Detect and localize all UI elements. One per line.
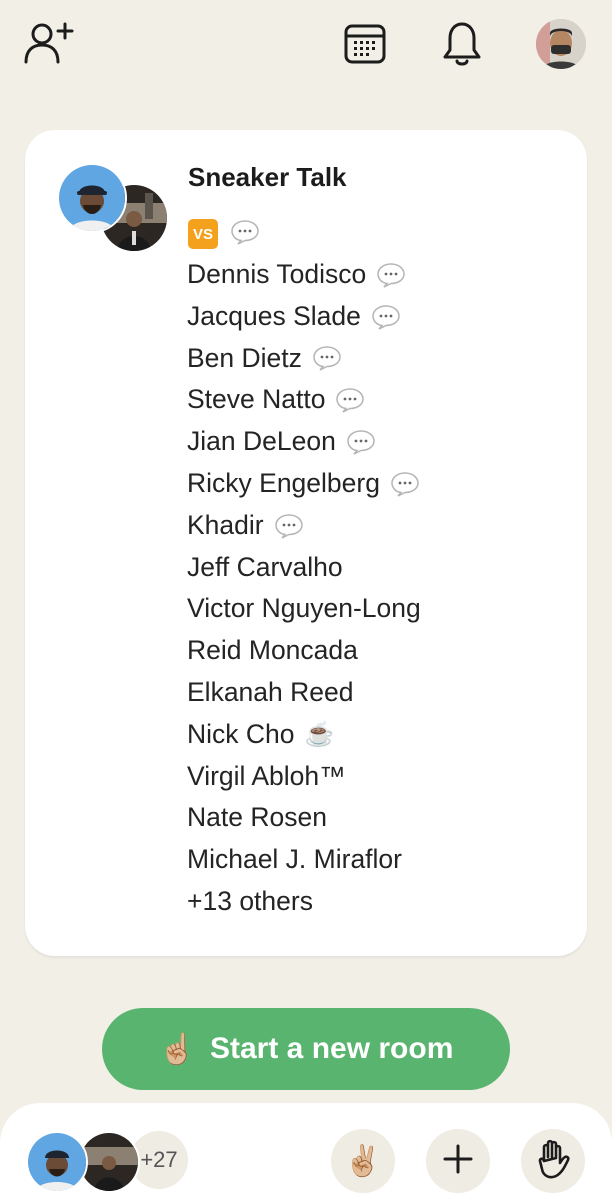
speaker-row[interactable]: Michael J. Miraflor [187, 839, 421, 881]
speaker-name: Reid Moncada [187, 635, 358, 666]
speaker-name: Jacques Slade [187, 300, 361, 331]
speaker-name: Khadir [187, 509, 264, 540]
speaker-name: Victor Nguyen-Long [187, 593, 421, 624]
speaker-name: Dennis Todisco [187, 259, 367, 289]
chat-bubble-icon [274, 513, 304, 539]
raised-hand-icon [534, 1139, 572, 1183]
bell-icon[interactable] [438, 18, 486, 70]
speaker-name: Elkanah Reed [187, 676, 354, 707]
speaker-name: Nate Rosen [187, 802, 327, 833]
speaker-row[interactable]: Nick Cho ☕ [187, 714, 421, 756]
speaker-row[interactable]: Elkanah Reed [187, 672, 421, 714]
chat-bubble-icon [390, 471, 420, 497]
room-card[interactable]: Sneaker Talk VS Dennis Todisco Jacques Sl… [25, 130, 587, 956]
active-friends[interactable]: +27 [26, 1131, 196, 1193]
chat-bubble-icon [230, 219, 260, 249]
chat-bubble-icon [346, 429, 376, 455]
speaker-list: Dennis Todisco Jacques Slade Ben Dietz Stev… [187, 254, 421, 923]
chat-bubble-icon [376, 262, 406, 288]
start-room-label: Start a new room [209, 1032, 454, 1065]
chat-bubble-icon [312, 345, 342, 372]
vs-badge: VS [188, 219, 218, 249]
speaker-row[interactable]: Virgil Abloh™ [187, 756, 421, 798]
speaker-name: Nick Cho [187, 718, 295, 749]
speaker-row[interactable]: Ben Dietz [187, 338, 421, 380]
speaker-row[interactable]: Victor Nguyen-Long [187, 588, 421, 630]
speaker-name: Ben Dietz [187, 342, 302, 373]
speaker-row[interactable]: Reid Moncada [187, 630, 421, 672]
speaker-row[interactable]: Nate Rosen [187, 797, 421, 839]
speaker-row[interactable]: Khadir [187, 505, 421, 547]
speaker-row[interactable]: Jeff Carvalho [187, 547, 421, 589]
speaker-name: Ricky Engelberg [187, 467, 380, 498]
room-title: Sneaker Talk [188, 162, 347, 192]
start-new-room-button[interactable]: ☝🏼 Start a new room [102, 1008, 510, 1090]
speaker-row[interactable]: Jacques Slade [187, 296, 421, 338]
coffee-icon: ☕ [304, 720, 335, 748]
peace-button[interactable]: ✌🏼 [331, 1129, 395, 1193]
chat-bubble-icon [335, 387, 365, 413]
raised-finger-icon: ☝🏼 [158, 1032, 196, 1066]
room-badges: VS [188, 216, 260, 252]
others-count: +13 others [187, 885, 313, 916]
speaker-name: Jian DeLeon [187, 426, 336, 457]
room-avatars [57, 163, 167, 253]
friend-avatar [26, 1131, 88, 1193]
bottom-bar: +27 ✌🏼 [0, 1103, 612, 1200]
speaker-name: Virgil Abloh™ [187, 760, 346, 791]
speaker-row[interactable]: Dennis Todisco [187, 254, 421, 296]
plus-icon [442, 1143, 474, 1179]
add-user-icon[interactable] [22, 20, 76, 66]
top-bar [0, 0, 612, 90]
speaker-avatar [57, 163, 127, 233]
speaker-name: Steve Natto [187, 384, 326, 415]
speaker-name: Jeff Carvalho [187, 551, 343, 582]
calendar-icon[interactable] [340, 20, 390, 68]
speaker-row[interactable]: Steve Natto [187, 379, 421, 421]
profile-avatar[interactable] [536, 19, 586, 69]
speaker-row[interactable]: Ricky Engelberg [187, 463, 421, 505]
raise-hand-button[interactable] [521, 1129, 585, 1193]
speaker-name: Michael J. Miraflor [187, 844, 402, 875]
speaker-row[interactable]: Jian DeLeon [187, 421, 421, 463]
chat-bubble-icon [371, 304, 401, 330]
peace-hand-icon: ✌🏼 [344, 1143, 382, 1179]
add-button[interactable] [426, 1129, 490, 1193]
